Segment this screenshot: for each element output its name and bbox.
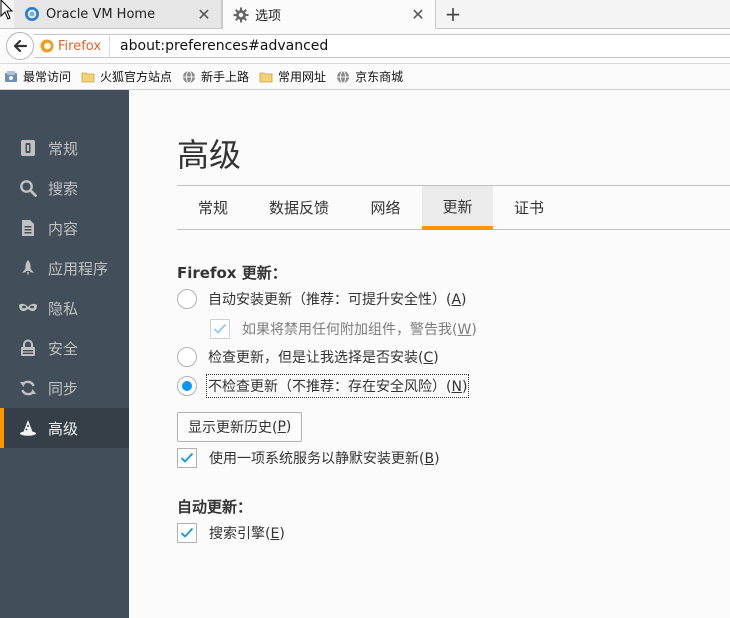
browser-tab-title: Oracle VM Home xyxy=(46,6,156,22)
sidebar-item-label: 安全 xyxy=(48,339,79,358)
search-engines-checkbox[interactable] xyxy=(177,523,197,543)
folder-icon xyxy=(81,72,95,82)
bookmark-label: 最常访问 xyxy=(23,70,72,84)
sync-icon xyxy=(18,378,38,398)
search-icon xyxy=(18,178,38,198)
back-arrow-icon xyxy=(13,39,28,53)
browser-tab-options[interactable]: 选项 ✕ xyxy=(222,0,436,29)
bookmark-getting-started[interactable]: 新手上路 xyxy=(178,68,249,85)
background-service-label: 使用一项系统服务以静默安装更新(B) xyxy=(209,451,440,467)
sidebar-item-label: 常规 xyxy=(48,139,79,158)
sidebar-item-label: 高级 xyxy=(48,419,79,438)
close-tab-icon[interactable]: ✕ xyxy=(195,5,213,24)
search-engines-label: 搜索引擎(E) xyxy=(209,526,285,542)
show-update-history-button[interactable]: 显示更新历史(P) xyxy=(177,412,303,442)
bookmark-firefox-official[interactable]: 火狐官方站点 xyxy=(77,68,172,85)
tab-strip: Oracle VM Home ✕ 选项 ✕ + xyxy=(0,0,730,29)
url-text[interactable]: about:preferences#advanced xyxy=(110,38,328,54)
sidebar-item-label: 搜索 xyxy=(48,179,79,198)
sidebar-item-general[interactable]: 常规 xyxy=(0,128,129,168)
back-button[interactable] xyxy=(6,32,34,60)
sidebar-item-applications[interactable]: 应用程序 xyxy=(0,248,129,288)
bookmark-label: 火狐官方站点 xyxy=(100,70,173,84)
auto-update-group-label: 自动更新： xyxy=(177,498,253,516)
site-identity-button[interactable]: Firefox xyxy=(34,35,111,57)
bookmark-jd-mall[interactable]: 京东商城 xyxy=(332,68,403,85)
sidebar-item-label: 应用程序 xyxy=(48,259,109,278)
content-icon xyxy=(18,218,38,238)
bookmark-label: 新手上路 xyxy=(201,70,250,84)
checkmark-icon xyxy=(180,452,194,463)
never-check-radio[interactable] xyxy=(177,376,197,396)
advanced-tabs: 常规 数据反馈 网络 更新 证书 xyxy=(177,185,730,230)
warn-addons-option[interactable]: 如果将禁用任何附加组件，警告我(W) xyxy=(210,319,477,339)
tab-general[interactable]: 常规 xyxy=(177,186,249,229)
page-title: 高级 xyxy=(177,136,242,174)
checkmark-icon xyxy=(213,323,227,334)
wizard-hat-icon xyxy=(18,418,38,438)
bookmark-common-sites[interactable]: 常用网址 xyxy=(255,68,326,85)
sidebar-item-privacy[interactable]: 隐私 xyxy=(0,288,129,328)
tab-network[interactable]: 网络 xyxy=(349,186,422,229)
sidebar-item-label: 隐私 xyxy=(48,299,79,318)
auto-install-option[interactable]: 自动安装更新（推荐：可提升安全性）(A) xyxy=(177,289,467,309)
search-engines-option[interactable]: 搜索引擎(E) xyxy=(177,523,285,543)
bookmark-label: 京东商城 xyxy=(355,70,404,84)
vm-globe-icon xyxy=(25,7,39,21)
browser-tab-title: 选项 xyxy=(255,9,282,24)
navigation-toolbar: Firefox about:preferences#advanced xyxy=(0,29,730,64)
preferences-content: 高级 常规 数据反馈 网络 更新 证书 Firefox 更新： 自动安装更新（推… xyxy=(129,90,730,618)
bookmark-most-visited[interactable]: 最常访问 xyxy=(0,68,71,85)
sidebar-item-security[interactable]: 安全 xyxy=(0,328,129,368)
check-only-option[interactable]: 检查更新，但是让我选择是否安装(C) xyxy=(177,347,439,367)
auto-install-label: 自动安装更新（推荐：可提升安全性）(A) xyxy=(208,292,467,308)
never-check-label: 不检查更新（不推荐：存在安全风险）(N) xyxy=(205,374,470,398)
bookmarks-toolbar: 最常访问 火狐官方站点 新手上路 常用网址 京东商城 xyxy=(0,64,730,90)
warn-addons-checkbox[interactable] xyxy=(210,319,230,339)
gear-icon xyxy=(233,7,249,22)
folder-icon xyxy=(259,72,273,82)
bookmark-folder-icon xyxy=(5,70,17,82)
checkmark-icon xyxy=(180,527,194,538)
sidebar-item-sync[interactable]: 同步 xyxy=(0,368,129,408)
close-tab-icon[interactable]: ✕ xyxy=(409,5,427,24)
auto-install-radio[interactable] xyxy=(177,289,197,309)
bookmark-label: 常用网址 xyxy=(278,70,327,84)
mouse-cursor-icon xyxy=(0,0,14,20)
firefox-logo-icon xyxy=(40,39,54,53)
new-tab-button[interactable]: + xyxy=(442,2,464,26)
url-bar[interactable]: Firefox about:preferences#advanced xyxy=(34,34,730,58)
sidebar-item-advanced[interactable]: 高级 xyxy=(0,408,129,448)
globe-icon xyxy=(337,70,350,83)
tab-data-choices[interactable]: 数据反馈 xyxy=(249,186,349,229)
rocket-icon xyxy=(18,258,38,278)
sidebar-item-label: 同步 xyxy=(48,379,79,398)
sidebar-item-content[interactable]: 内容 xyxy=(0,208,129,248)
never-check-option[interactable]: 不检查更新（不推荐：存在安全风险）(N) xyxy=(177,374,470,398)
background-service-option[interactable]: 使用一项系统服务以静默安装更新(B) xyxy=(177,448,440,468)
tab-update[interactable]: 更新 xyxy=(422,186,493,230)
browser-tab-oracle-vm[interactable]: Oracle VM Home ✕ xyxy=(14,0,222,28)
sidebar-item-label: 内容 xyxy=(48,219,79,238)
check-only-radio[interactable] xyxy=(177,347,197,367)
identity-label: Firefox xyxy=(58,38,102,54)
background-service-checkbox[interactable] xyxy=(177,448,197,468)
sidebar-item-search[interactable]: 搜索 xyxy=(0,168,129,208)
preferences-sidebar: 常规 搜索 内容 应用程序 隐私 安全 同步 高级 xyxy=(0,90,129,618)
firefox-update-group-label: Firefox 更新： xyxy=(177,264,287,282)
tab-certificates[interactable]: 证书 xyxy=(493,186,565,229)
general-icon xyxy=(18,138,38,158)
globe-icon xyxy=(183,70,196,83)
mask-icon xyxy=(18,298,38,318)
warn-addons-label: 如果将禁用任何附加组件，警告我(W) xyxy=(242,322,477,338)
lock-icon xyxy=(18,338,38,358)
check-only-label: 检查更新，但是让我选择是否安装(C) xyxy=(208,350,439,366)
